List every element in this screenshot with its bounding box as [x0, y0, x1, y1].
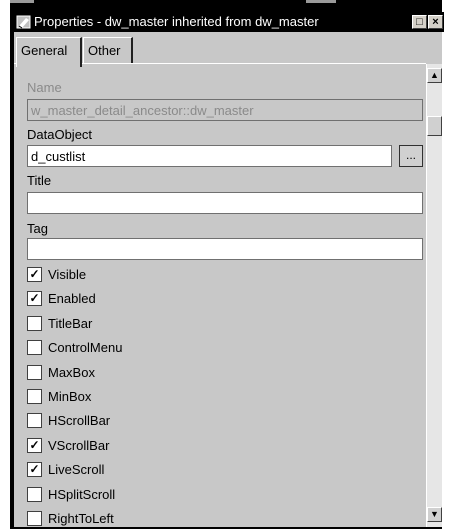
- checkbox-label: Visible: [48, 267, 87, 282]
- checkbox-label: RightToLeft: [48, 511, 114, 526]
- tab-general-label: General: [21, 43, 68, 58]
- checkbox-label: VScrollBar: [48, 437, 110, 453]
- checkbox-box[interactable]: [27, 389, 42, 404]
- checkbox-label: MaxBox: [48, 364, 95, 380]
- window-title: Properties - dw_master inherited from dw…: [34, 14, 319, 29]
- checkbox-box[interactable]: [27, 413, 42, 429]
- top-edge-segment: [306, 0, 336, 3]
- checkbox-label: Enabled: [48, 291, 96, 307]
- checkmark-icon[interactable]: ✓: [27, 437, 42, 453]
- scroll-up-button[interactable]: ▲: [427, 68, 442, 83]
- checkbox-label: LiveScroll: [48, 462, 105, 478]
- checkbox-box[interactable]: [27, 364, 42, 380]
- scroll-thumb[interactable]: [427, 116, 442, 136]
- checkbox-box[interactable]: [27, 511, 42, 526]
- tab-other[interactable]: Other: [83, 37, 133, 63]
- checkbox-label: HSplitScroll: [48, 486, 116, 502]
- checkmark-icon[interactable]: ✓: [27, 462, 42, 478]
- browse-dataobject-button[interactable]: ...: [399, 145, 423, 167]
- dataobject-label: DataObject: [27, 127, 93, 142]
- checkbox-box[interactable]: [27, 340, 42, 356]
- tag-field[interactable]: [27, 238, 423, 260]
- title-field[interactable]: [27, 192, 423, 214]
- checkbox-label: MinBox: [48, 389, 92, 404]
- properties-panel: General Other Name w_master_detail_ances…: [14, 32, 442, 527]
- restore-button[interactable]: □: [412, 15, 427, 29]
- scroll-down-button[interactable]: ▼: [427, 507, 442, 522]
- checkbox-label: ControlMenu: [48, 340, 123, 356]
- checkbox-label: HScrollBar: [48, 413, 111, 429]
- tab-general[interactable]: General: [16, 37, 82, 67]
- title-label: Title: [27, 173, 52, 188]
- name-label: Name: [27, 80, 62, 95]
- top-edge-segment: [10, 0, 34, 3]
- checkbox-label: TitleBar: [48, 315, 93, 331]
- checkbox-box[interactable]: [27, 315, 42, 331]
- tag-label: Tag: [27, 221, 48, 236]
- name-field: w_master_detail_ancestor::dw_master: [27, 99, 423, 121]
- close-button[interactable]: ×: [428, 15, 443, 29]
- tab-other-label: Other: [88, 43, 121, 58]
- checkbox-box[interactable]: [27, 486, 42, 502]
- dataobject-field[interactable]: d_custlist: [27, 145, 392, 167]
- general-tab-content: Name w_master_detail_ancestor::dw_master…: [14, 64, 426, 527]
- checkmark-icon[interactable]: ✓: [27, 291, 42, 307]
- title-bar[interactable]: Properties - dw_master inherited from dw…: [12, 12, 444, 32]
- vertical-scrollbar[interactable]: ▲ ▼: [426, 64, 442, 527]
- checkmark-icon[interactable]: ✓: [27, 267, 42, 282]
- properties-icon: [16, 14, 32, 30]
